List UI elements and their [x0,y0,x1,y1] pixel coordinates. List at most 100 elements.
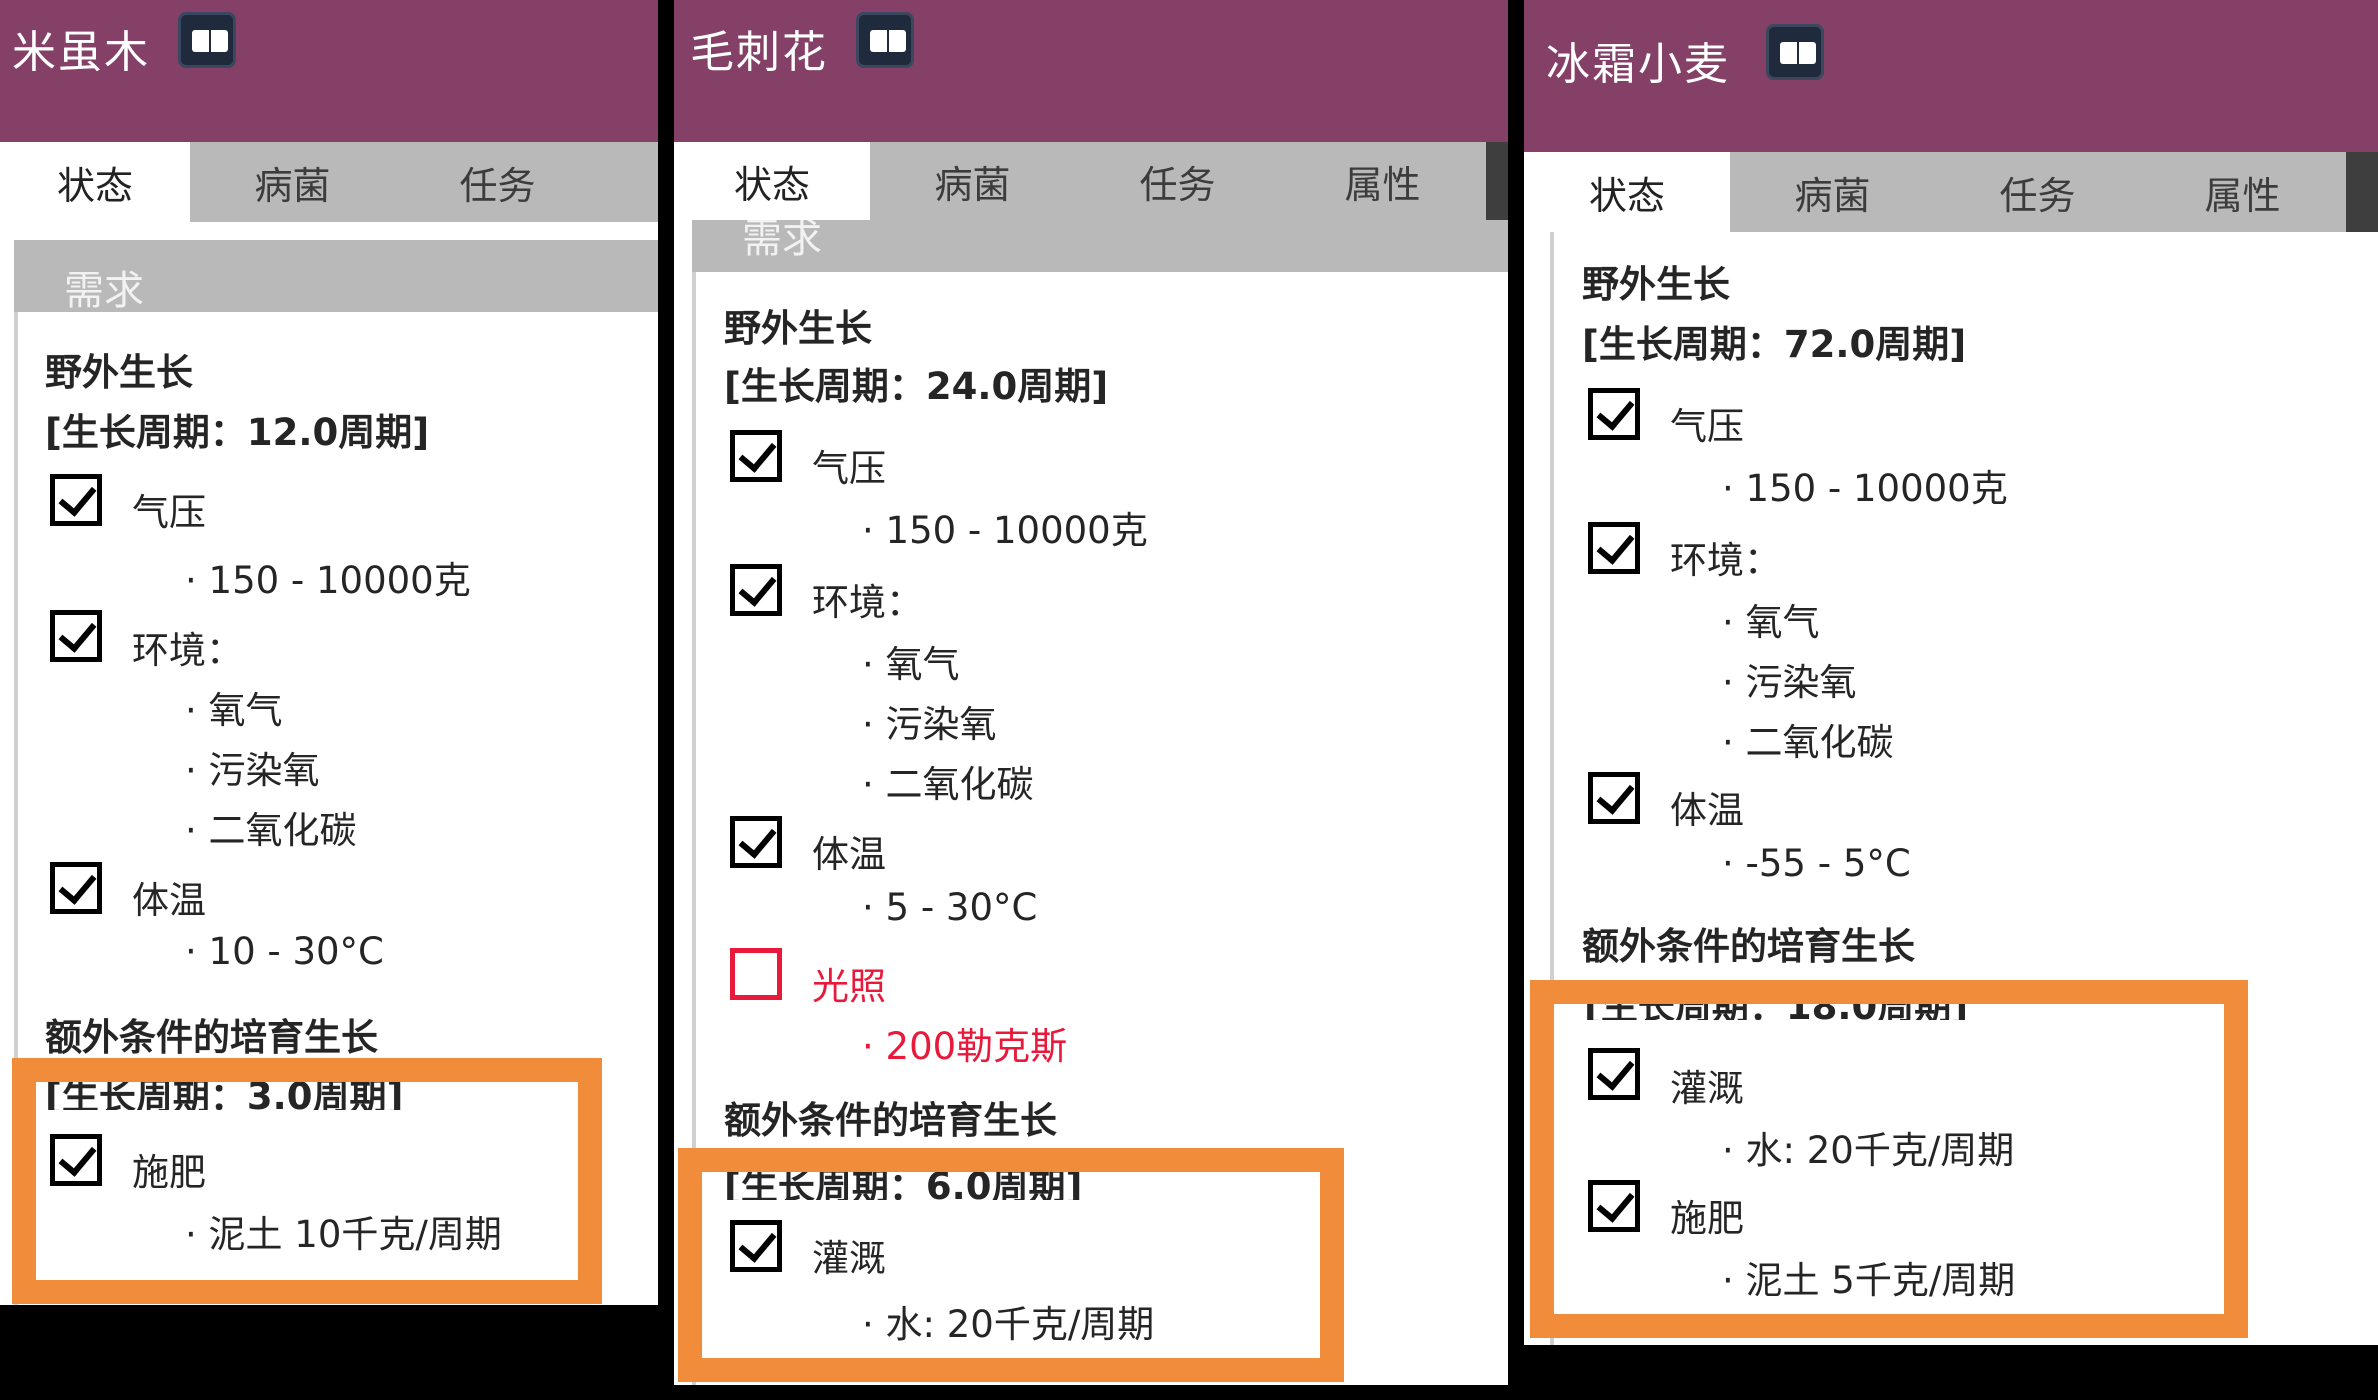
temperature-value: · 10 - 30°C [185,930,384,973]
plant-panel-3: 冰霜小麦 状态 病菌 任务 属性 野外生长 [生长周期：72.0周期] 气压 ·… [1524,0,2378,1345]
temperature-checkbox-icon [50,862,102,914]
pressure-checkbox-icon [50,474,102,526]
light-checkbox-unchecked-icon [730,948,782,1000]
irrigation-checkbox-icon [1588,1048,1640,1100]
plant-title: 米虽木 [12,27,150,78]
env-item-polluted-oxygen: · 污染氧 [1722,661,1857,704]
extra-growth-cycle: [生长周期：18.0周期] [1584,992,1969,1020]
wild-growth-cycle: [生长周期：24.0周期] [724,365,1109,408]
tab-bar: 状态 病菌 任务 属性 [1524,152,2378,232]
section-header-label: 需求 [742,220,822,262]
wild-growth-label: 野外生长 [45,351,193,394]
extra-cycle-clip: [生长周期：18.0周期] [1579,992,2279,1020]
pressure-label: 气压 [812,447,886,490]
fertilize-detail: · 泥土 10千克/周期 [185,1213,502,1256]
environment-label: 环境： [1670,539,1781,582]
irrigation-detail: · 水: 20千克/周期 [1722,1129,2015,1172]
environment-checkbox-icon [50,610,102,662]
env-item-polluted-oxygen: · 污染氧 [185,749,320,792]
env-item-oxygen: · 氧气 [862,643,960,686]
fertilize-label: 施肥 [1670,1197,1744,1240]
temperature-checkbox-icon [1588,772,1640,824]
content-border [14,240,18,1305]
codex-book-icon[interactable] [1766,24,1824,80]
tab-errands[interactable]: 任务 [395,142,600,222]
extra-growth-label: 额外条件的培育生长 [1582,925,1915,968]
wild-growth-label: 野外生长 [724,307,872,350]
extra-growth-cycle: [生长周期：6.0周期] [724,1170,1083,1200]
plant-panel-1: 米虽木 状态 病菌 任务 需求 野外生长 [生长周期：12.0周期] 气压 · … [0,0,658,1305]
section-header-requirements: 需求 [692,220,1508,272]
irrigation-detail: · 水: 20千克/周期 [862,1303,1155,1346]
extra-growth-cycle: [生长周期：3.0周期] [45,1080,404,1110]
tab-bar: 状态 病菌 任务 属性 [674,142,1508,220]
pressure-value: · 150 - 10000克 [185,559,471,602]
plant-panel-2: 毛刺花 状态 病菌 任务 属性 需求 野外生长 [生长周期：24.0周期] 气压… [674,0,1508,1385]
irrigation-label: 灌溉 [812,1237,886,1280]
env-item-polluted-oxygen: · 污染氧 [862,703,997,746]
tab-errands[interactable]: 任务 [1935,152,2140,232]
panel-titlebar: 毛刺花 [674,0,1508,142]
env-item-oxygen: · 氧气 [1722,601,1820,644]
codex-book-icon[interactable] [178,12,236,68]
extra-cycle-clip: [生长周期：3.0周期] [40,1080,600,1110]
section-header-label: 需求 [64,268,144,312]
tab-errands[interactable]: 任务 [1075,142,1280,220]
plant-title: 毛刺花 [690,27,828,78]
fertilize-checkbox-icon [50,1134,102,1186]
environment-label: 环境： [812,581,923,624]
pressure-label: 气压 [1670,405,1744,448]
wild-growth-cycle: [生长周期：72.0周期] [1582,323,1967,366]
tab-germs[interactable]: 病菌 [1730,152,1935,232]
irrigation-checkbox-icon [730,1220,782,1272]
temperature-value: · 5 - 30°C [862,886,1038,929]
env-item-carbon-dioxide: · 二氧化碳 [862,763,1034,806]
section-header-requirements: 需求 [14,240,658,312]
env-item-carbon-dioxide: · 二氧化碳 [185,809,357,852]
environment-checkbox-icon [1588,522,1640,574]
fertilize-checkbox-icon [1588,1180,1640,1232]
panel-titlebar: 米虽木 [0,0,658,142]
pressure-value: · 150 - 10000克 [1722,467,2008,510]
tab-status[interactable]: 状态 [674,142,870,220]
pressure-checkbox-icon [1588,388,1640,440]
extra-growth-label: 额外条件的培育生长 [45,1016,378,1059]
tab-properties[interactable]: 属性 [1280,142,1485,220]
tab-germs[interactable]: 病菌 [190,142,395,222]
env-item-carbon-dioxide: · 二氧化碳 [1722,721,1894,764]
status-content: 需求 野外生长 [生长周期：24.0周期] 气压 · 150 - 10000克 … [674,220,1508,1385]
tab-scroll-edge [1486,142,1508,220]
wild-growth-label: 野外生长 [1582,263,1730,306]
env-item-oxygen: · 氧气 [185,689,283,732]
status-content: 需求 野外生长 [生长周期：12.0周期] 气压 · 150 - 10000克 … [0,222,658,1305]
temperature-label: 体温 [812,833,886,876]
pressure-value: · 150 - 10000克 [862,509,1148,552]
temperature-value: · -55 - 5°C [1722,842,1911,885]
extra-cycle-clip: [生长周期：6.0周期] [719,1170,1419,1200]
tab-germs[interactable]: 病菌 [870,142,1075,220]
irrigation-label: 灌溉 [1670,1067,1744,1110]
pressure-checkbox-icon [730,430,782,482]
codex-book-icon[interactable] [856,12,914,68]
plant-title: 冰霜小麦 [1546,39,1730,90]
tab-status[interactable]: 状态 [0,142,190,222]
light-label: 光照 [812,965,886,1008]
fertilize-label: 施肥 [132,1151,206,1194]
environment-label: 环境： [132,629,243,672]
wild-growth-cycle: [生长周期：12.0周期] [45,411,430,454]
content-border [1550,232,1554,1345]
temperature-label: 体温 [132,879,206,922]
tab-bar: 状态 病菌 任务 [0,142,658,222]
tab-properties[interactable]: 属性 [2140,152,2345,232]
pressure-label: 气压 [132,491,206,534]
temperature-checkbox-icon [730,816,782,868]
content-border [692,220,696,1385]
light-value: · 200勒克斯 [862,1025,1068,1068]
panel-titlebar: 冰霜小麦 [1524,0,2378,152]
temperature-label: 体温 [1670,789,1744,832]
tab-status[interactable]: 状态 [1524,152,1730,232]
environment-checkbox-icon [730,564,782,616]
status-content: 野外生长 [生长周期：72.0周期] 气压 · 150 - 10000克 环境：… [1524,232,2378,1345]
extra-growth-label: 额外条件的培育生长 [724,1099,1057,1142]
fertilize-detail: · 泥土 5千克/周期 [1722,1259,2016,1302]
